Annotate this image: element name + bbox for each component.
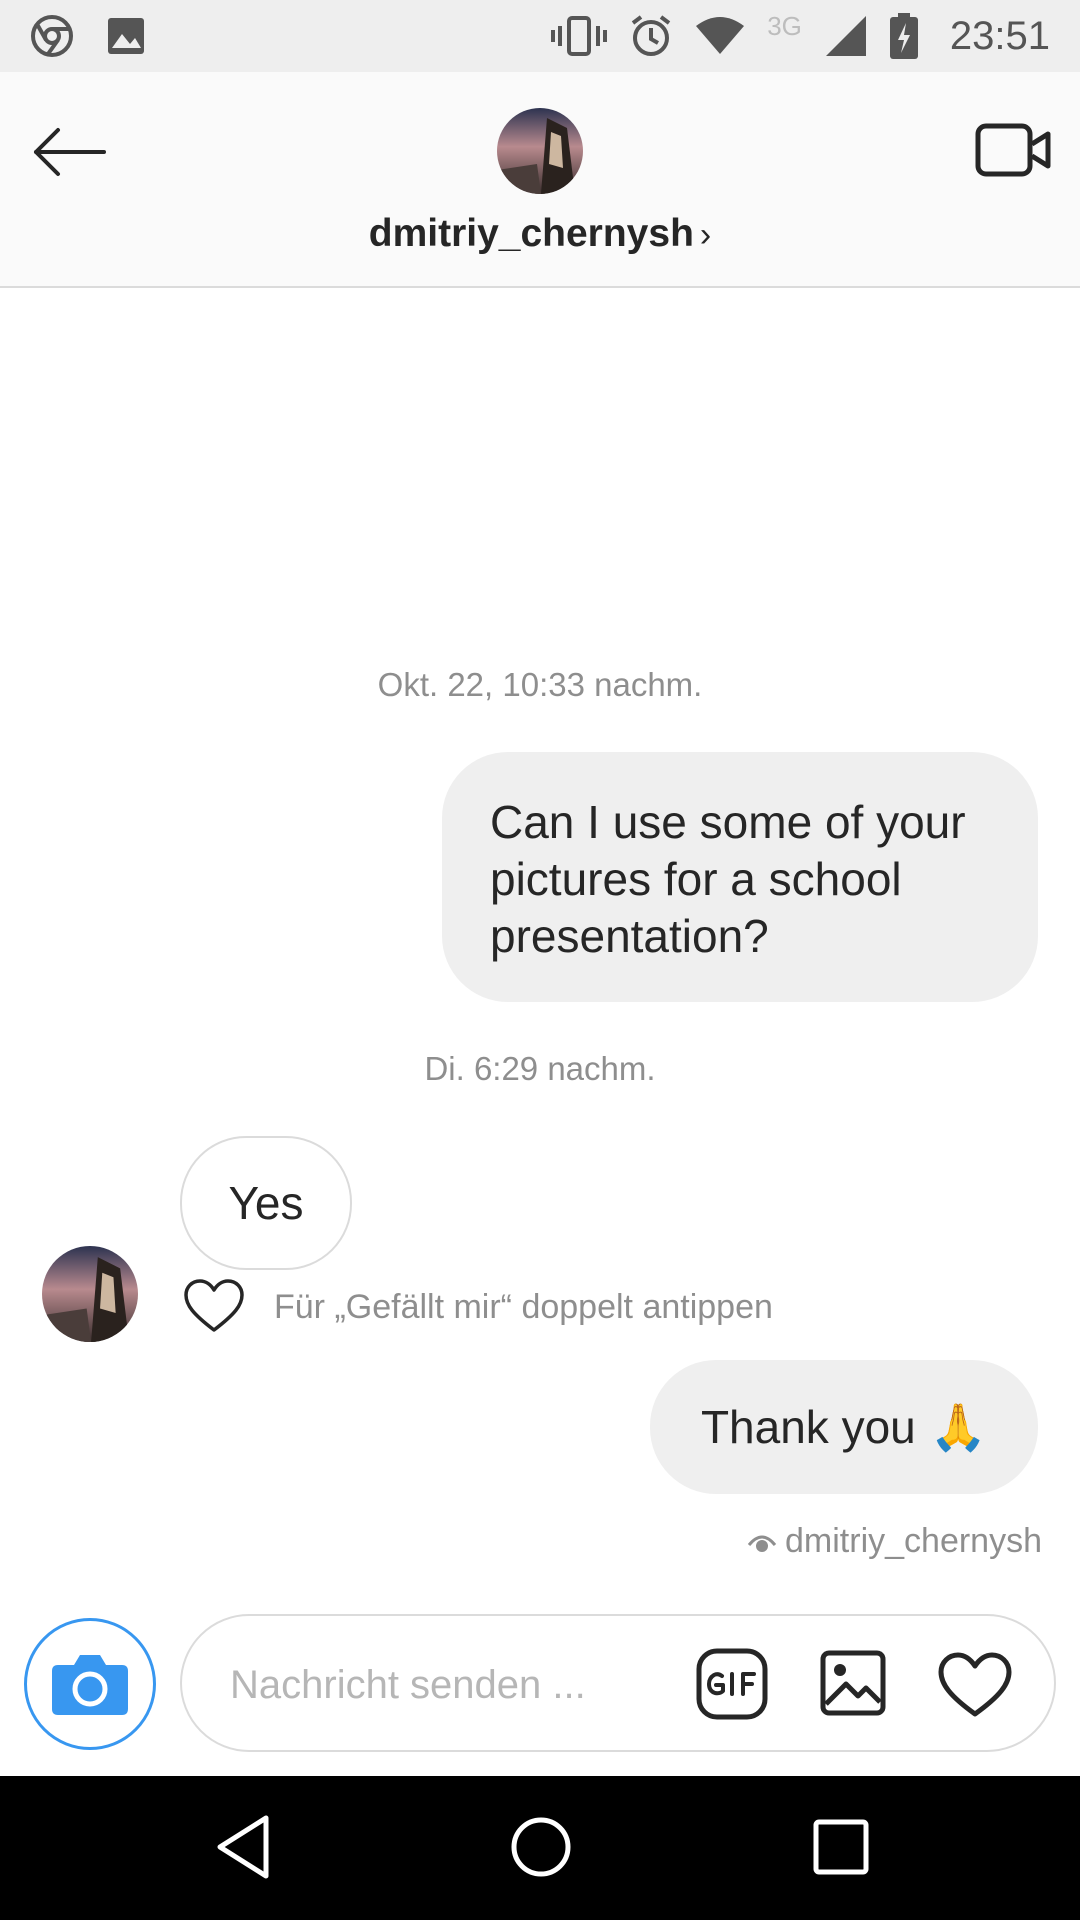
message-text: Thank you xyxy=(700,1400,916,1453)
avatar-photo-icon xyxy=(42,1246,138,1342)
network-type: 3G xyxy=(767,10,802,41)
nav-recents-icon[interactable] xyxy=(806,1812,876,1882)
wifi-icon xyxy=(696,17,745,54)
pray-emoji: 🙏 xyxy=(929,1400,988,1453)
nav-home-icon[interactable] xyxy=(506,1812,576,1882)
image-icon xyxy=(108,18,144,54)
signal-icon xyxy=(825,16,866,56)
gif-icon[interactable] xyxy=(696,1648,768,1720)
chat-header: dmitriy_chernysh › xyxy=(0,72,1080,288)
message-text: Can I use some of your pictures for a sc… xyxy=(490,796,966,962)
status-left xyxy=(30,14,146,58)
camera-icon xyxy=(52,1655,128,1715)
heart-icon[interactable] xyxy=(938,1652,1012,1718)
vibrate-icon xyxy=(551,16,608,56)
gallery-icon[interactable] xyxy=(820,1650,886,1716)
system-nav-bar xyxy=(0,1776,1080,1920)
message-composer xyxy=(180,1614,1056,1752)
message-input[interactable] xyxy=(228,1652,652,1718)
battery-icon xyxy=(889,13,918,59)
eye-icon xyxy=(747,1535,777,1552)
nav-back-icon[interactable] xyxy=(210,1812,280,1882)
avatar-photo-icon xyxy=(497,108,583,194)
back-arrow-icon[interactable] xyxy=(30,112,110,192)
outgoing-message[interactable]: Can I use some of your pictures for a sc… xyxy=(442,752,1038,1002)
sender-avatar[interactable] xyxy=(42,1246,138,1342)
chevron-right-icon: › xyxy=(699,216,712,254)
status-bar: 3G 23:51 xyxy=(0,0,1080,72)
status-time: 23:51 xyxy=(949,13,1050,58)
outgoing-message[interactable]: Thank you 🙏 xyxy=(650,1360,1038,1494)
message-text: Yes xyxy=(228,1176,304,1229)
seen-by-label: dmitriy_chernysh xyxy=(785,1522,1042,1560)
alarm-icon xyxy=(632,15,671,56)
status-right: 3G 23:51 xyxy=(551,10,1050,59)
timestamp: Di. 6:29 nachm. xyxy=(424,1050,656,1087)
timestamp: Okt. 22, 10:33 nachm. xyxy=(377,666,703,703)
seen-indicator: dmitriy_chernysh xyxy=(747,1522,1042,1561)
like-hint: Für „Gefällt mir“ doppelt antippen xyxy=(274,1288,773,1326)
heart-outline-icon[interactable] xyxy=(183,1278,245,1334)
username-label: dmitriy_chernysh xyxy=(368,212,694,255)
header-username[interactable]: dmitriy_chernysh › xyxy=(0,212,1080,256)
camera-button[interactable] xyxy=(24,1618,156,1750)
header-avatar[interactable] xyxy=(497,108,583,194)
chrome-icon xyxy=(31,15,73,57)
video-call-icon[interactable] xyxy=(974,110,1054,190)
incoming-message[interactable]: Yes xyxy=(180,1136,352,1270)
